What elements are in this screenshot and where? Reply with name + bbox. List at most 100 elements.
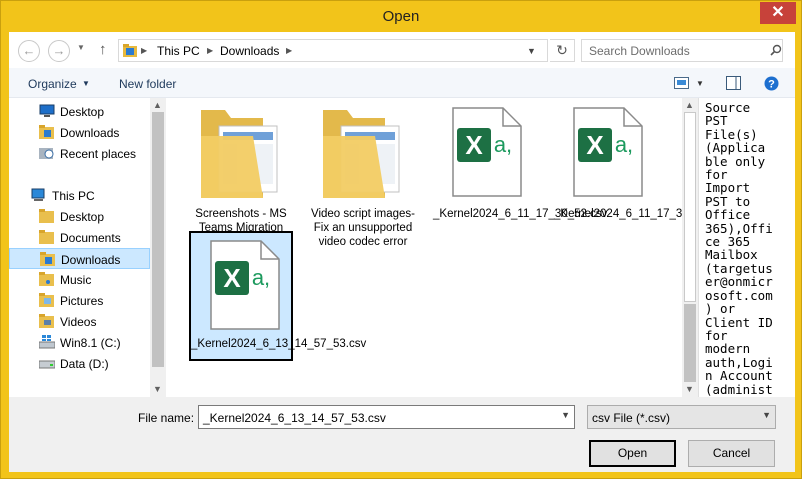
nav-item-desktop[interactable]: Desktop [9,206,150,227]
breadcrumb-separator-icon: ▶ [141,46,148,55]
nav-item-data-d[interactable]: Data (D:) [9,353,150,374]
file-item-label: Video script images- Fix an unsupported … [311,208,415,248]
close-button[interactable]: ✕ [760,2,796,24]
svg-text:?: ? [768,79,775,91]
breadcrumb-separator-icon[interactable]: ▶ [207,46,213,55]
search-input[interactable]: Search Downloads [581,39,783,62]
command-bar: Organize ▼ New folder ▼ ? [9,68,795,98]
nav-item-label: Documents [60,231,121,245]
forward-button[interactable]: → [48,40,70,62]
nav-scrollbar[interactable]: ▲ ▼ [150,98,166,397]
nav-item-win8-1-c[interactable]: Win8.1 (C:) [9,332,150,353]
excel-csv-icon: Xa, [452,107,522,197]
nav-item-music[interactable]: Music [9,269,150,290]
nav-item-documents[interactable]: Documents [9,227,150,248]
file-item[interactable]: Xa, _Kernel2024_6_11_17_36_2.csv [554,100,722,220]
file-item[interactable]: Xa, _Kernel2024_6_11_17_30_52.csv [433,100,608,220]
file-type-value[interactable]: csv File (*.csv) [592,411,670,425]
nav-item-label: Downloads [61,253,121,267]
nav-item-pictures[interactable]: Pictures [9,290,150,311]
file-name-label: File name: [138,411,195,425]
folder-music-icon [39,272,55,286]
navigation-pane: Desktop Downloads Recent places This PC Desk… [9,98,166,397]
nav-item-label: This PC [52,189,95,203]
file-item-label: _Kernel2024_6_11_17_36_2.csv [554,208,722,220]
recent-locations-chevron-icon[interactable]: ▼ [77,43,85,52]
dialog-client: ← → ▼ ↑ ▶ This PC ▶ Downloads ▶ ▼ ↻ Sear… [9,32,795,472]
new-folder-button[interactable]: New folder [119,77,176,91]
view-dropdown-icon[interactable]: ▼ [696,79,704,88]
excel-csv-icon: Xa, [573,107,643,197]
address-bar[interactable]: ▶ This PC ▶ Downloads ▶ ▼ [118,39,548,62]
nav-item-label: Desktop [60,210,105,224]
breadcrumb-downloads[interactable]: Downloads [220,44,279,58]
breadcrumb-separator-icon[interactable]: ▶ [286,46,292,55]
nav-item-label: Win8.1 (C:) [60,336,121,350]
file-name-dropdown-icon[interactable]: ▼ [561,410,570,420]
preview-pane: Source PST File(s) (Applica ble only for… [698,98,795,409]
folder-item[interactable]: Video script images- Fix an unsupported … [311,100,415,248]
organize-menu[interactable]: Organize [28,77,77,91]
view-options-icon[interactable] [674,77,689,89]
open-button[interactable]: Open [589,440,676,467]
file-name-value[interactable]: _Kernel2024_6_13_14_57_53.csv [203,411,386,425]
breadcrumb-this-pc[interactable]: This PC [157,44,200,58]
up-arrow-icon[interactable]: ↑ [99,41,107,58]
scroll-up-icon[interactable]: ▲ [685,100,694,110]
dialog-footer: File name: _Kernel2024_6_13_14_57_53.csv… [9,397,795,472]
dialog-title: Open [382,8,420,25]
search-icon[interactable] [770,44,782,56]
folder-icon [201,110,278,198]
file-item-label: _Kernel2024_6_11_17_30_52.csv [433,208,608,220]
windows-drive-icon [38,335,56,349]
file-type-select[interactable]: csv File (*.csv) ▼ [587,405,776,429]
scroll-up-icon[interactable]: ▲ [153,100,162,110]
preview-text: Source PST File(s) (Applica ble only for… [705,100,773,409]
folder-item[interactable]: Screenshots - MS Teams Migration [189,100,293,234]
nav-item-downloads[interactable]: Downloads [9,248,150,269]
nav-item-label: Music [60,273,92,287]
address-dropdown-icon[interactable]: ▼ [527,46,536,56]
nav-item-label: Downloads [60,126,120,140]
scroll-down-icon[interactable]: ▼ [685,384,694,394]
nav-scroll-thumb[interactable] [152,112,164,367]
file-type-dropdown-icon[interactable]: ▼ [762,410,771,420]
nav-item-videos[interactable]: Videos [9,311,150,332]
desktop-icon [39,104,55,118]
svg-text:a,: a, [252,265,270,290]
folder-download-icon [40,252,56,266]
svg-text:a,: a, [615,132,633,157]
folder-icon [323,110,400,198]
preview-pane-icon[interactable] [726,76,741,90]
svg-text:a,: a, [494,132,512,157]
organize-dropdown-icon[interactable]: ▼ [82,79,90,88]
nav-item-downloads[interactable]: Downloads [9,122,150,143]
folder-icon [39,230,55,244]
nav-item-label: Recent places [60,147,137,161]
file-item[interactable]: Xa, _Kernel2024_6_13_14_57_53.csv [189,231,367,361]
help-icon[interactable]: ? [764,76,779,91]
file-list: Screenshots - MS Teams Migration Video sc… [169,98,722,397]
nav-item-desktop[interactable]: Desktop [9,101,150,122]
nav-item-label: Pictures [60,294,104,308]
title-bar[interactable]: Open ✕ [1,1,801,33]
folder-pictures-icon [39,293,55,307]
nav-item-this-pc[interactable]: This PC [9,185,150,206]
back-button[interactable]: ← [18,40,40,62]
address-row: ← → ▼ ↑ ▶ This PC ▶ Downloads ▶ ▼ ↻ Sear… [9,32,795,68]
nav-item-recent-places[interactable]: Recent places [9,143,150,164]
content-scrollbar[interactable]: ▲ ▼ [682,98,698,397]
scroll-down-icon[interactable]: ▼ [153,384,162,394]
folder-download-icon [39,125,55,139]
folder-icon [39,209,55,223]
refresh-button[interactable]: ↻ [550,39,575,62]
file-item-label: _Kernel2024_6_13_14_57_53.csv [191,338,367,350]
svg-text:X: X [586,130,604,160]
file-name-input[interactable]: _Kernel2024_6_13_14_57_53.csv ▼ [198,405,575,429]
content-scroll-track [684,112,696,302]
nav-item-label: Videos [60,315,97,329]
content-scroll-thumb[interactable] [684,304,696,382]
cancel-button[interactable]: Cancel [688,440,775,467]
svg-text:X: X [465,130,483,160]
open-dialog: Open ✕ ← → ▼ ↑ ▶ This PC ▶ Downloads ▶ ▼… [0,0,802,479]
